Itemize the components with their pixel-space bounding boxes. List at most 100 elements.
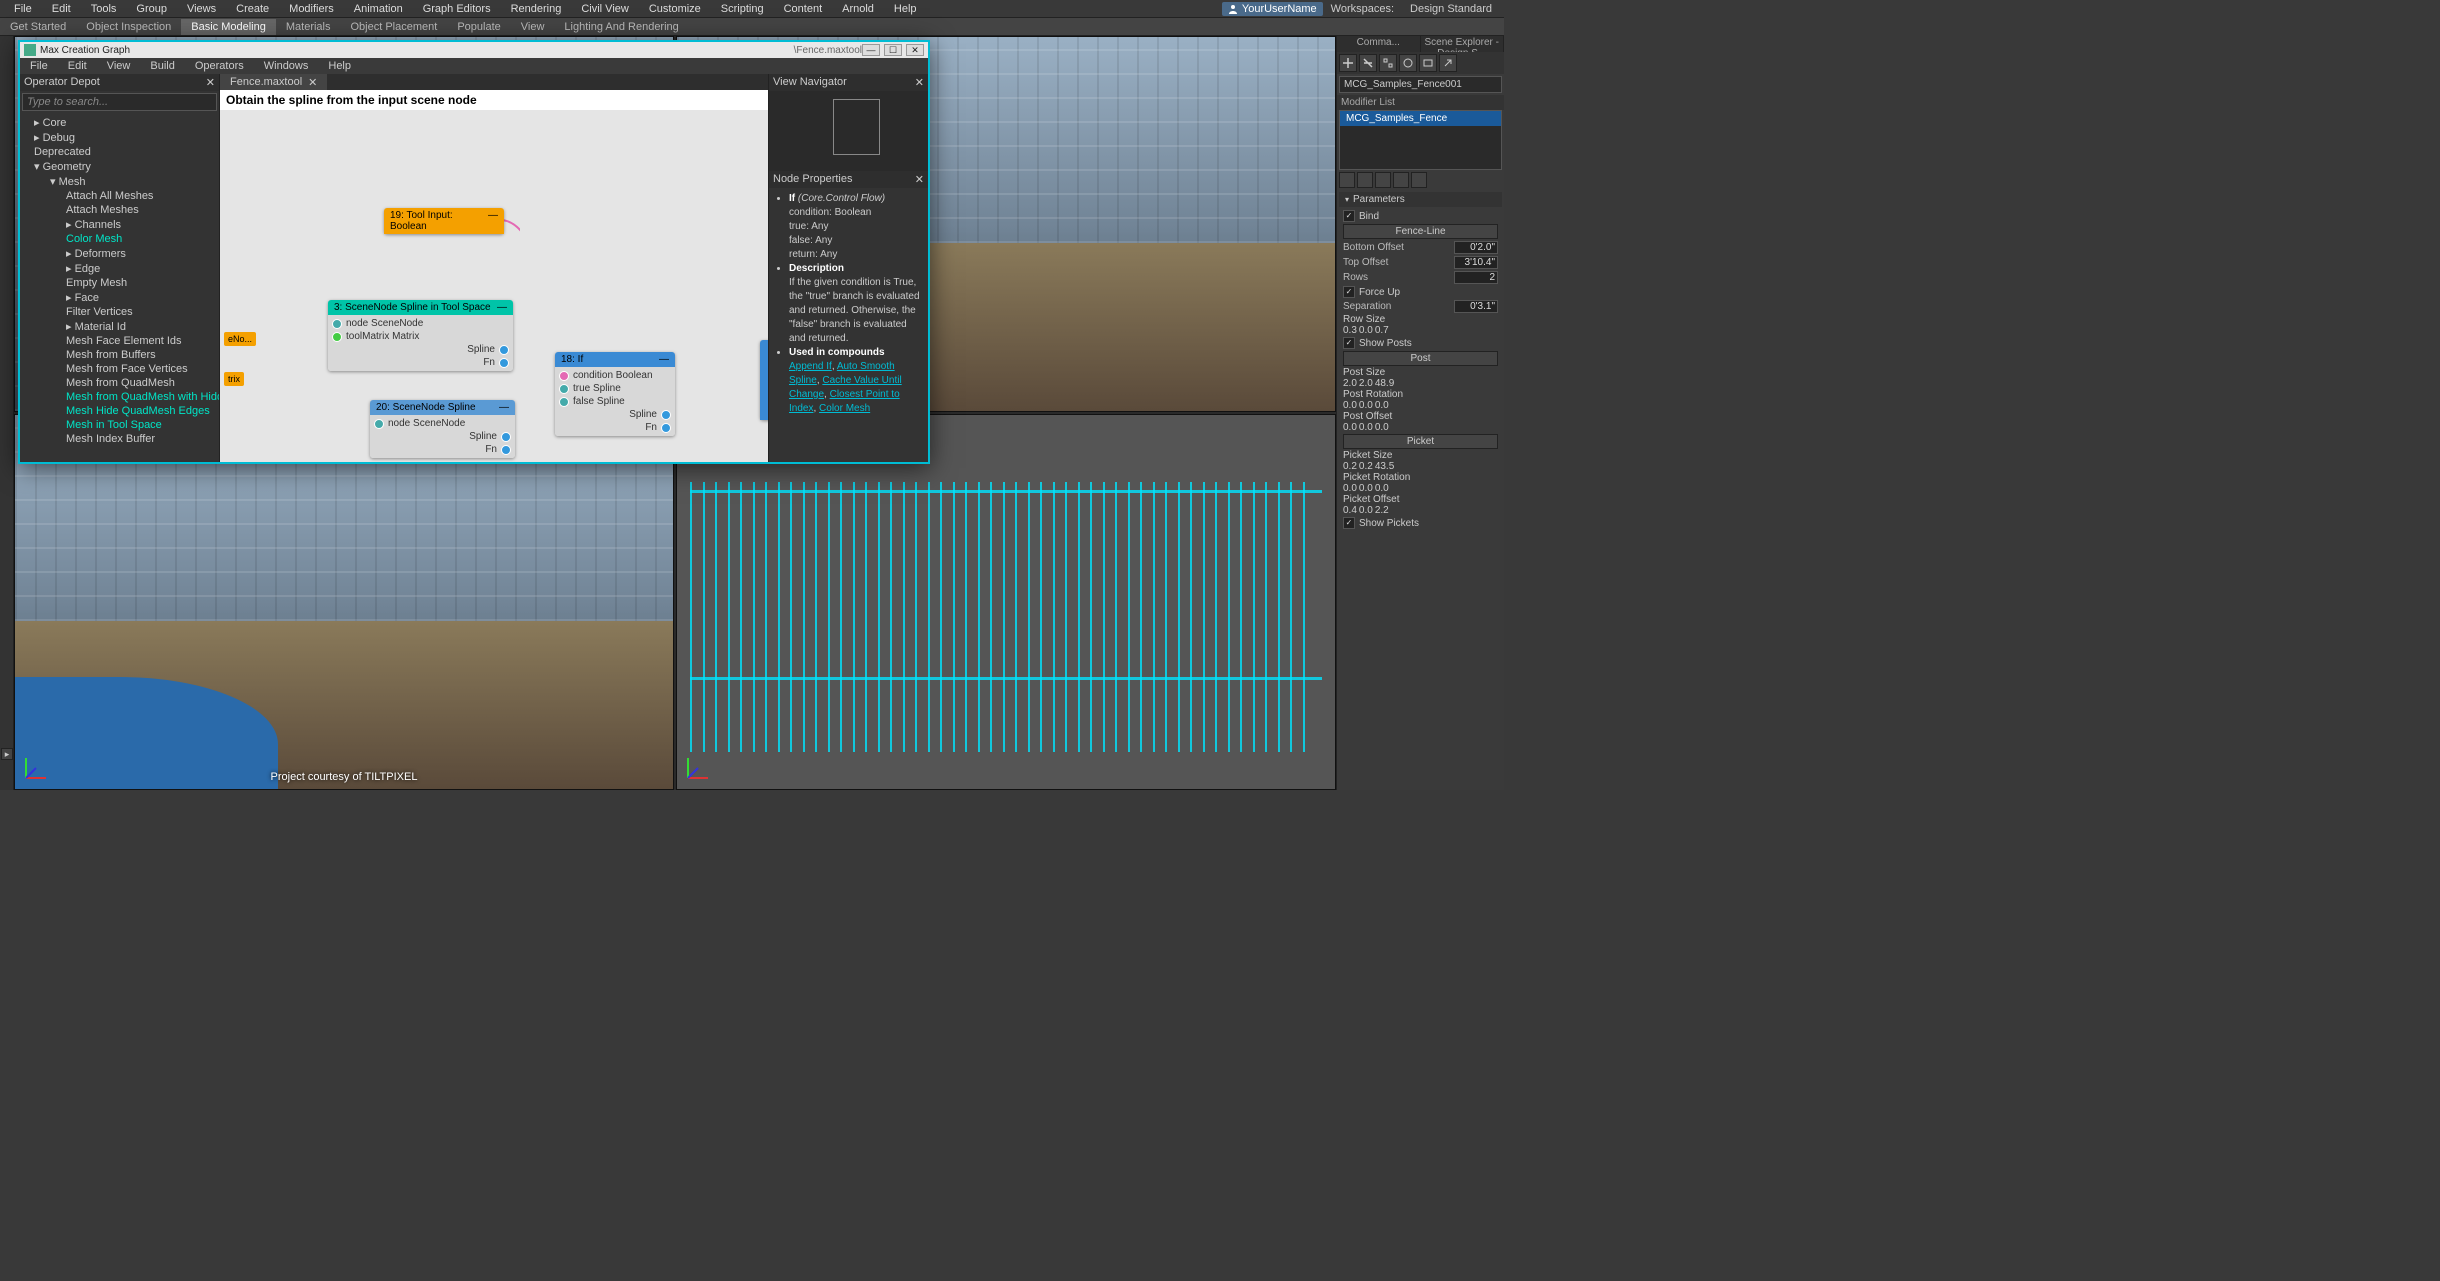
ribbon-get-started[interactable]: Get Started xyxy=(0,19,76,35)
depot-tree[interactable]: ▸ Core▸ DebugDeprecated▾ Geometry▾ Mesh A… xyxy=(20,113,219,462)
make-unique-icon[interactable] xyxy=(1375,172,1391,188)
depot-tree-item[interactable]: Mesh from QuadMesh with Hidd... xyxy=(20,390,219,404)
menu-customize[interactable]: Customize xyxy=(639,1,711,17)
depot-tree-item[interactable]: Mesh from Face Vertices xyxy=(20,362,219,376)
depot-search-input[interactable]: Type to search... xyxy=(22,93,217,111)
show-end-result-icon[interactable] xyxy=(1357,172,1373,188)
motion-tab-icon[interactable] xyxy=(1399,54,1417,72)
compound-link[interactable]: Color Mesh xyxy=(819,403,870,414)
mcg-menu-view[interactable]: View xyxy=(97,59,141,73)
menu-modifiers[interactable]: Modifiers xyxy=(279,1,344,17)
modifier-stack-item[interactable]: MCG_Samples_Fence xyxy=(1340,111,1501,126)
picket-off-y[interactable]: 0.0 xyxy=(1359,505,1373,516)
picket-off-z[interactable]: 2.2 xyxy=(1375,505,1389,516)
graph-node-if[interactable]: 18: If— condition Boolean true Spline fa… xyxy=(555,352,675,436)
row-size-x[interactable]: 0.3 xyxy=(1343,325,1357,336)
depot-tree-item[interactable]: Mesh Face Element Ids xyxy=(20,334,219,348)
menu-tools[interactable]: Tools xyxy=(81,1,127,17)
user-badge[interactable]: YourUserName xyxy=(1222,2,1323,16)
post-size-y[interactable]: 2.0 xyxy=(1359,378,1373,389)
menu-group[interactable]: Group xyxy=(126,1,177,17)
mcg-menu-edit[interactable]: Edit xyxy=(58,59,97,73)
panel-close-icon[interactable]: ✕ xyxy=(915,173,924,186)
depot-tree-item[interactable]: Attach Meshes xyxy=(20,203,219,217)
picket-button[interactable]: Picket xyxy=(1343,434,1498,449)
depot-tree-item[interactable]: ▾ Mesh xyxy=(20,174,219,189)
depot-tree-item[interactable]: Deprecated xyxy=(20,145,219,159)
viewport-bottom-right[interactable] xyxy=(676,414,1336,790)
pin-stack-icon[interactable] xyxy=(1339,172,1355,188)
graph-node-stub[interactable]: eNo... xyxy=(224,332,256,346)
post-off-z[interactable]: 0.0 xyxy=(1375,422,1389,433)
force-up-checkbox[interactable]: Force Up xyxy=(1343,285,1498,299)
depot-tree-item[interactable]: ▸ Edge xyxy=(20,261,219,276)
cmd-tab-command[interactable]: Comma... xyxy=(1337,36,1421,52)
mcg-titlebar[interactable]: Max Creation Graph \Fence.maxtool — ☐ ✕ xyxy=(20,42,928,58)
tab-close-icon[interactable]: ✕ xyxy=(308,76,317,89)
depot-tree-item[interactable]: Mesh Hide QuadMesh Edges xyxy=(20,404,219,418)
depot-tree-item[interactable]: Color Mesh xyxy=(20,232,219,246)
graph-canvas[interactable]: eNo... trix 19: Tool Input: Boolean— 3: … xyxy=(220,110,768,462)
picket-size-x[interactable]: 0.2 xyxy=(1343,461,1357,472)
minimize-icon[interactable]: — xyxy=(862,44,880,56)
depot-tree-item[interactable]: ▸ Debug xyxy=(20,130,219,145)
viewport-bottom-left[interactable]: RIGHT Project courtesy of TILTPIXEL xyxy=(14,414,674,790)
depot-tree-item[interactable]: ▸ Face xyxy=(20,290,219,305)
create-tab-icon[interactable] xyxy=(1339,54,1357,72)
post-button[interactable]: Post xyxy=(1343,351,1498,366)
post-rot-y[interactable]: 0.0 xyxy=(1359,400,1373,411)
separation-spinner[interactable]: 0'3.1" xyxy=(1454,300,1498,313)
ribbon-view[interactable]: View xyxy=(511,19,555,35)
ribbon-object-inspection[interactable]: Object Inspection xyxy=(76,19,181,35)
menu-views[interactable]: Views xyxy=(177,1,226,17)
panel-close-icon[interactable]: ✕ xyxy=(915,76,924,89)
depot-tree-item[interactable]: ▸ Core xyxy=(20,115,219,130)
ribbon-object-placement[interactable]: Object Placement xyxy=(340,19,447,35)
bottom-offset-spinner[interactable]: 0'2.0" xyxy=(1454,241,1498,254)
menu-scripting[interactable]: Scripting xyxy=(711,1,774,17)
graph-node-scenenode-spline[interactable]: 20: SceneNode Spline— node SceneNode Spl… xyxy=(370,400,515,458)
depot-close-icon[interactable]: ✕ xyxy=(206,76,215,89)
depot-tree-item[interactable]: Filter Vertices xyxy=(20,305,219,319)
top-offset-spinner[interactable]: 3'10.4" xyxy=(1454,256,1498,269)
close-icon[interactable]: ✕ xyxy=(906,44,924,56)
menu-content[interactable]: Content xyxy=(774,1,833,17)
graph-node-stub[interactable]: trix xyxy=(224,372,244,386)
depot-tree-item[interactable]: Mesh in Tool Space xyxy=(20,418,219,432)
picket-size-y[interactable]: 0.2 xyxy=(1359,461,1373,472)
object-name-field[interactable]: MCG_Samples_Fence001 xyxy=(1339,76,1502,93)
menu-edit[interactable]: Edit xyxy=(42,1,81,17)
menu-arnold[interactable]: Arnold xyxy=(832,1,884,17)
depot-tree-item[interactable]: ▾ Geometry xyxy=(20,159,219,174)
remove-modifier-icon[interactable] xyxy=(1393,172,1409,188)
mcg-menu-build[interactable]: Build xyxy=(140,59,184,73)
ribbon-lighting[interactable]: Lighting And Rendering xyxy=(554,19,688,35)
ribbon-populate[interactable]: Populate xyxy=(447,19,510,35)
utilities-tab-icon[interactable] xyxy=(1439,54,1457,72)
graph-node-partial[interactable] xyxy=(760,340,768,420)
depot-tree-item[interactable]: ▸ Deformers xyxy=(20,246,219,261)
expand-button[interactable]: ▸ xyxy=(1,748,13,760)
ribbon-basic-modeling[interactable]: Basic Modeling xyxy=(181,19,276,35)
depot-tree-item[interactable]: Empty Mesh xyxy=(20,276,219,290)
cmd-tab-scene-explorer[interactable]: Scene Explorer - Design S... xyxy=(1421,36,1505,52)
post-off-y[interactable]: 0.0 xyxy=(1359,422,1373,433)
menu-rendering[interactable]: Rendering xyxy=(501,1,572,17)
picket-rot-y[interactable]: 0.0 xyxy=(1359,483,1373,494)
post-off-x[interactable]: 0.0 xyxy=(1343,422,1357,433)
depot-tree-item[interactable]: ▸ Channels xyxy=(20,217,219,232)
graph-tab[interactable]: Fence.maxtool✕ xyxy=(220,74,327,90)
menu-file[interactable]: File xyxy=(4,1,42,17)
menu-help[interactable]: Help xyxy=(884,1,927,17)
mcg-menu-operators[interactable]: Operators xyxy=(185,59,254,73)
row-size-z[interactable]: 0.7 xyxy=(1375,325,1389,336)
picket-off-x[interactable]: 0.4 xyxy=(1343,505,1357,516)
modify-tab-icon[interactable] xyxy=(1359,54,1377,72)
mcg-window[interactable]: Max Creation Graph \Fence.maxtool — ☐ ✕ … xyxy=(18,40,930,464)
bind-checkbox[interactable]: Bind xyxy=(1343,209,1498,223)
menu-create[interactable]: Create xyxy=(226,1,279,17)
configure-sets-icon[interactable] xyxy=(1411,172,1427,188)
depot-tree-item[interactable]: ▸ Material Id xyxy=(20,319,219,334)
show-posts-checkbox[interactable]: Show Posts xyxy=(1343,336,1498,350)
mcg-menu-help[interactable]: Help xyxy=(318,59,361,73)
